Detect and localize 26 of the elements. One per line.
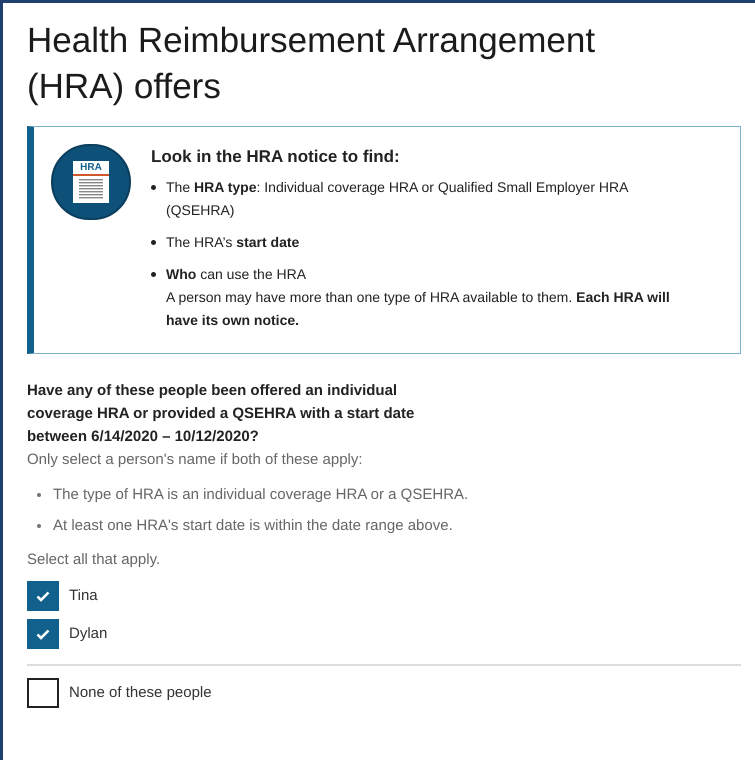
check-icon [36,628,50,640]
icon-label: HRA [80,161,102,174]
option-label[interactable]: Tina [69,584,98,608]
instruction-text: Select all that apply. [27,550,162,570]
notice-note: A person may have more than one type of HRA available to them. Each HRA will have its own notice. [166,288,671,330]
bullet-icon [151,184,156,190]
text-lines-icon [79,179,103,201]
question-hint: Only select a person's name if both of these apply: [27,450,364,470]
checkbox[interactable] [27,619,59,649]
notice-item: Who can use the HRA [166,264,308,284]
bullet-icon [37,492,41,496]
checkbox[interactable] [27,581,59,611]
notice-item: The HRA type: Individual coverage HRA or Qualified Small Employer HRA (QSEHRA) [166,178,630,220]
option-label[interactable]: None of these people [69,682,212,704]
question-text: Have any of these people been offered an individual coverage HRA or provided a QSEHRA with a start date between 6/14/2020 – 10/12/2020? [27,380,416,446]
notice-heading: Look in the HRA notice to find: [151,146,401,168]
bullet-icon [151,272,156,276]
bullet-icon [151,240,156,244]
checkbox[interactable] [27,678,59,708]
page-title: Health Reimbursement Arrangement (HRA) offers [27,20,596,108]
condition-text: At least one HRA's start date is within the date range above. [53,516,453,536]
option-label[interactable]: Dylan [69,622,108,646]
check-icon [36,590,50,602]
notice-item: The HRA’s start date [166,232,300,252]
bullet-icon [37,524,41,528]
condition-text: The type of HRA is an individual coverage HRA or a QSEHRA. [53,484,468,504]
